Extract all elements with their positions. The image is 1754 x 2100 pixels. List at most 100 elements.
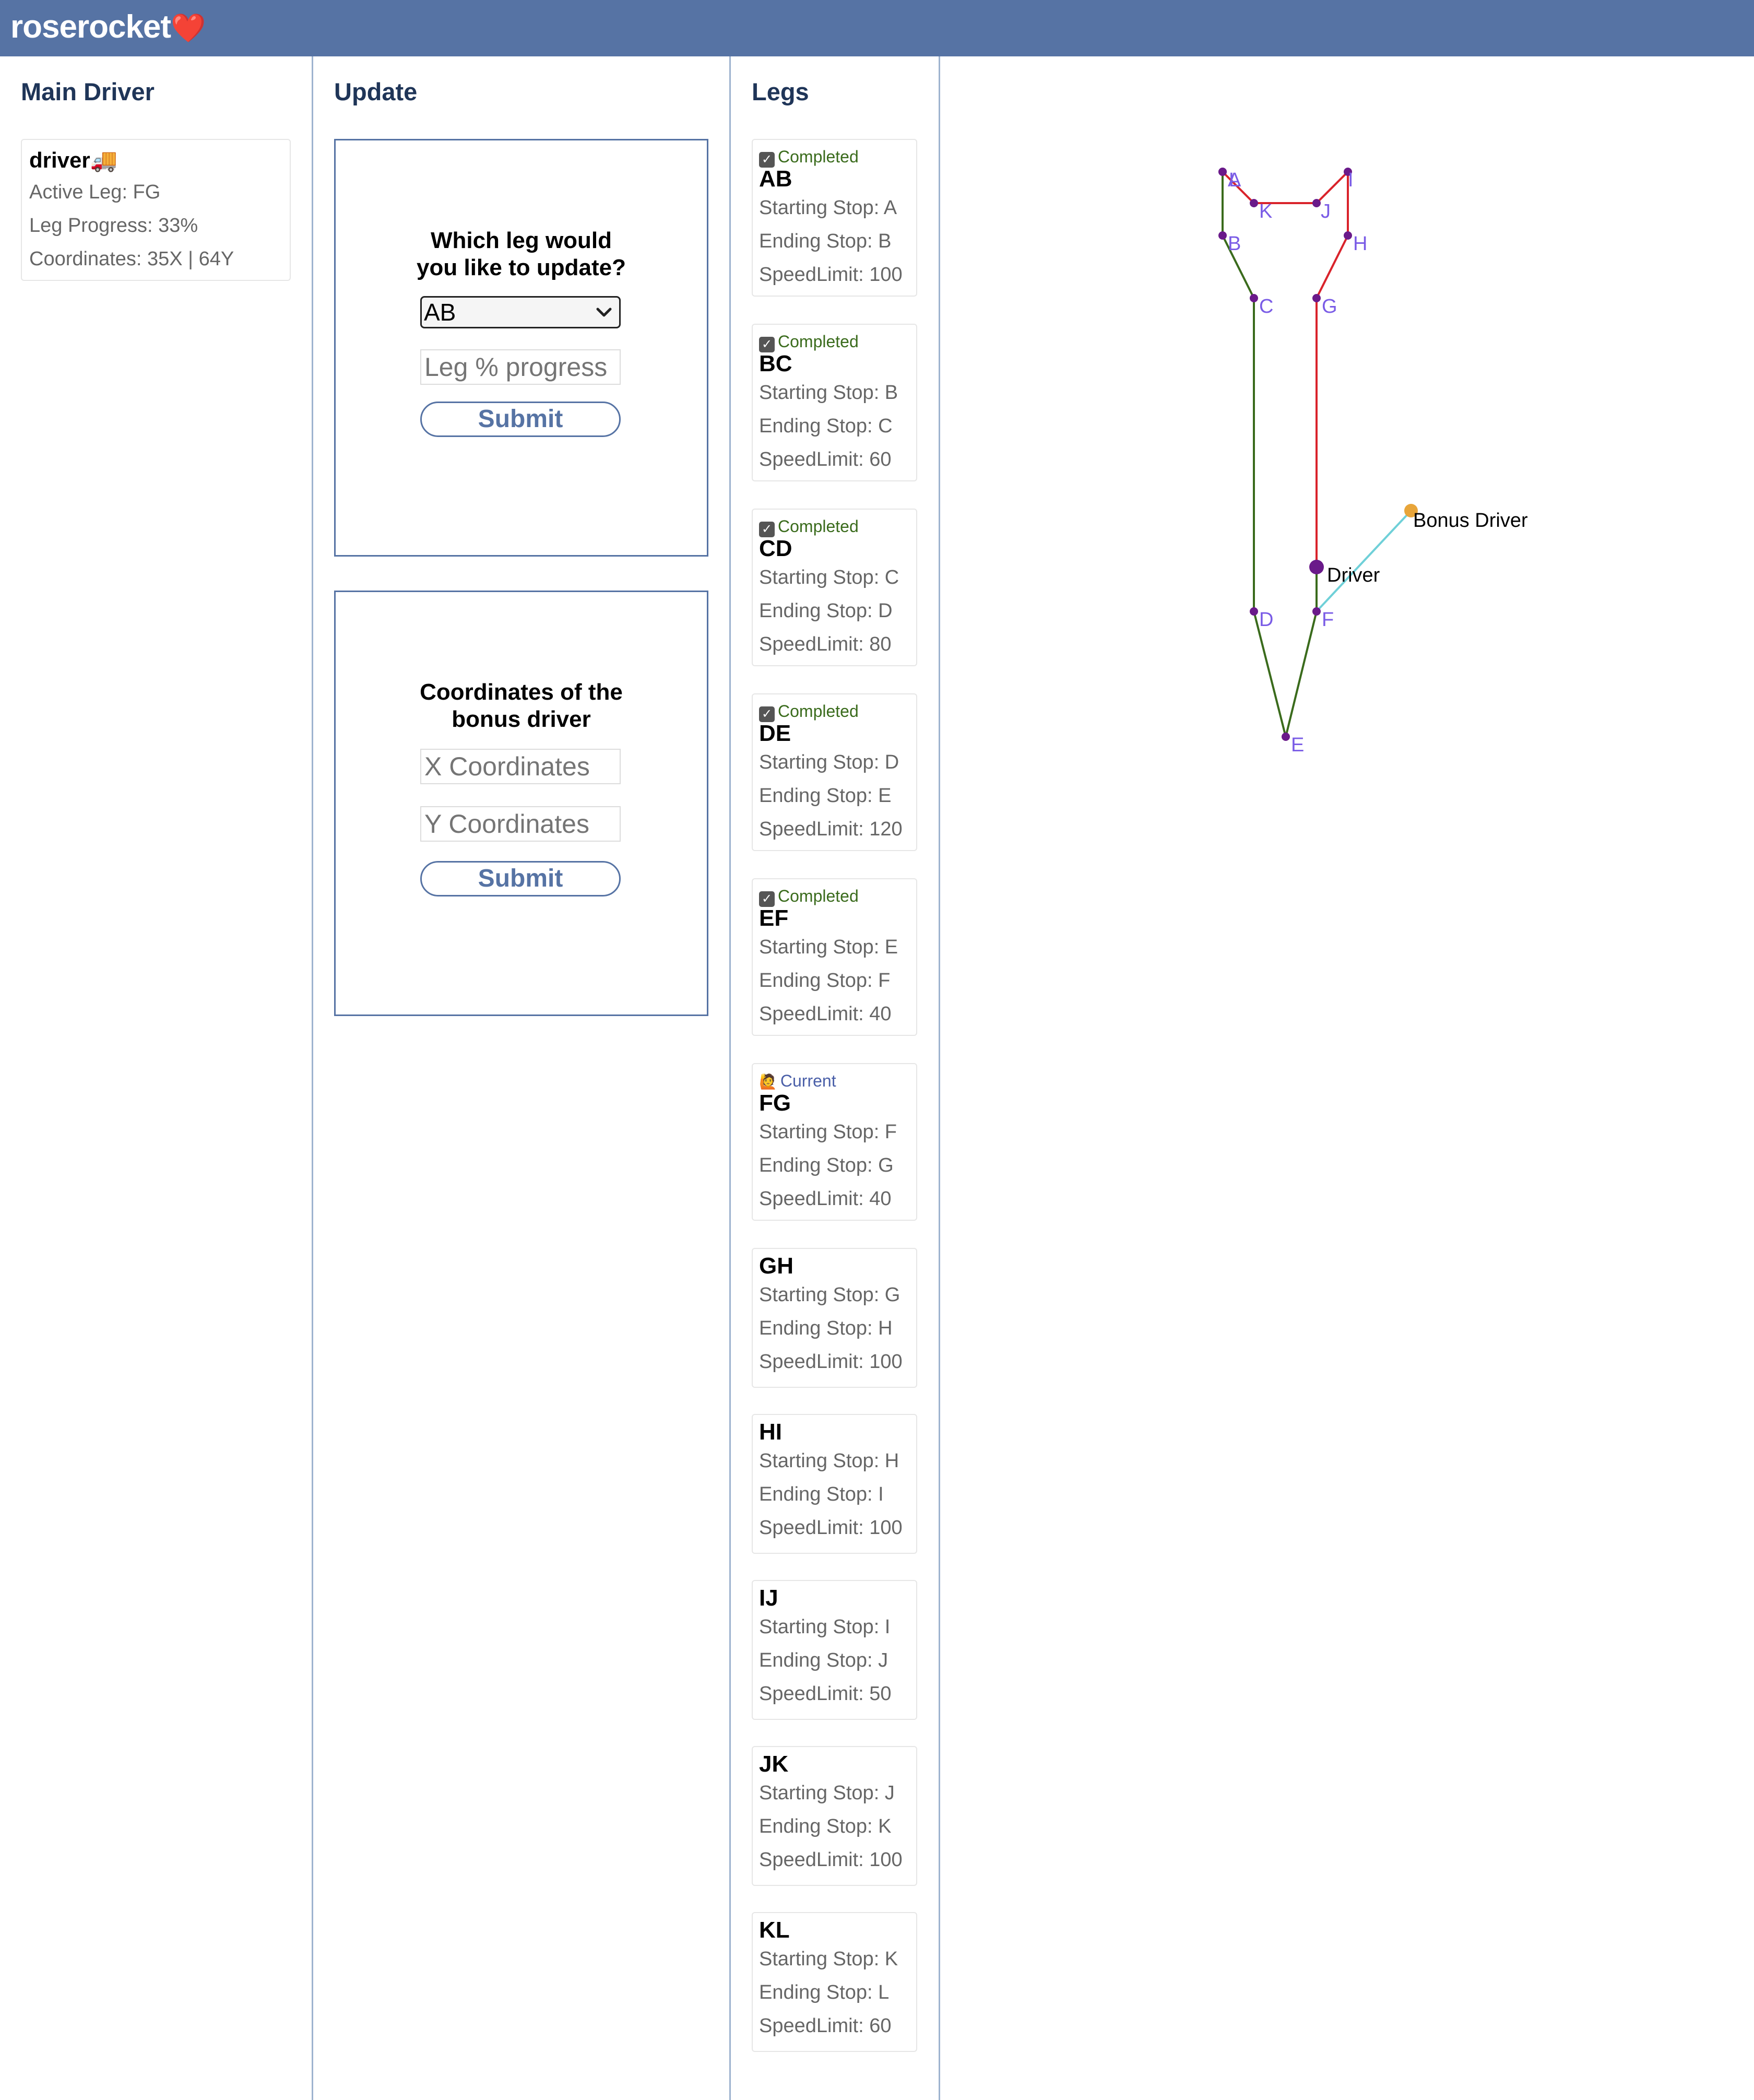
route-segment-ef <box>1285 611 1318 737</box>
leg-status-text: Current <box>780 1071 836 1090</box>
leg-card: ✓ Completed DE Starting Stop: D Ending Stop:… <box>752 693 917 851</box>
x-coordinate-input[interactable]: X Coordinates <box>420 749 621 784</box>
route-segment-gh <box>1316 235 1349 299</box>
leg-status-badge: ✓ Completed <box>759 886 859 907</box>
leg-status-text: Completed <box>778 887 859 905</box>
leg-submit-button[interactable]: Submit <box>420 402 621 437</box>
leg-card: ✓ Completed CD Starting Stop: C Ending Stop:… <box>752 509 917 666</box>
driver-panel: Main Driver driver🚚 Active Leg: FG Leg P… <box>0 56 312 2100</box>
stop-marker-h <box>1344 231 1352 240</box>
checkbox-icon: ✓ <box>759 337 775 352</box>
truck-icon: 🚚 <box>90 148 118 172</box>
bonus-submit-button[interactable]: Submit <box>420 861 621 896</box>
leg-end-text: Ending Stop: F <box>759 970 891 992</box>
driver-name: driver <box>29 148 90 172</box>
driver-panel-title: Main Driver <box>21 78 155 105</box>
stop-marker-k <box>1250 199 1258 207</box>
leg-end-text: Ending Stop: K <box>759 1815 892 1837</box>
stop-label-l: L <box>1229 169 1240 191</box>
bonus-form-title-line2: bonus driver <box>452 706 591 732</box>
leg-speed-text: SpeedLimit: 50 <box>759 1683 892 1705</box>
driver-name-row: driver🚚 <box>29 145 282 175</box>
leg-card: 🙋 Current FG Starting Stop: F Ending Stop: G… <box>752 1063 917 1221</box>
leg-update-question-line1: Which leg would <box>430 228 612 253</box>
map-panel: A B C D E F G H I J K L Driver Bonus Driver <box>939 56 1754 2100</box>
stop-label-i: I <box>1348 169 1354 191</box>
leg-card: GH Starting Stop: G Ending Stop: H SpeedLim… <box>752 1248 917 1388</box>
leg-start-text: Starting Stop: D <box>759 751 899 773</box>
person-icon: 🙋 <box>759 1073 777 1090</box>
stop-marker-f <box>1312 607 1321 616</box>
leg-start-text: Starting Stop: C <box>759 567 899 588</box>
leg-name: EF <box>759 905 789 931</box>
leg-card: JK Starting Stop: J Ending Stop: K SpeedLim… <box>752 1746 917 1886</box>
leg-update-question: Which leg would you like to update? <box>336 227 707 281</box>
bonus-form-title: Coordinates of the bonus driver <box>336 679 707 733</box>
leg-name: FG <box>759 1090 791 1116</box>
route-map: ABCDEFGHIJKLDriverBonus Driver <box>1218 168 1528 756</box>
leg-status-badge: ✓ Completed <box>759 146 859 168</box>
leg-start-text: Starting Stop: H <box>759 1450 899 1472</box>
legs-panel-title: Legs <box>752 78 809 105</box>
leg-progress-input[interactable]: Leg % progress <box>420 349 621 385</box>
leg-select[interactable]: AB <box>420 296 621 328</box>
leg-speed-text: SpeedLimit: 100 <box>759 264 903 286</box>
leg-end-text: Ending Stop: I <box>759 1483 884 1505</box>
leg-start-text: Starting Stop: J <box>759 1782 895 1804</box>
leg-start-text: Starting Stop: I <box>759 1616 891 1638</box>
update-panel-title: Update <box>334 78 418 105</box>
leg-status-text: Completed <box>778 517 859 536</box>
heart-icon: ❤️ <box>171 13 206 44</box>
y-coordinate-input[interactable]: Y Coordinates <box>420 806 621 842</box>
leg-start-text: Starting Stop: G <box>759 1284 900 1306</box>
stop-label-b: B <box>1228 233 1241 255</box>
leg-update-form: Which leg would you like to update? AB L… <box>334 139 708 557</box>
leg-speed-text: SpeedLimit: 120 <box>759 818 903 840</box>
checkbox-icon: ✓ <box>759 891 775 907</box>
stop-label-e: E <box>1291 734 1304 756</box>
leg-name: GH <box>759 1253 793 1279</box>
leg-status-text: Completed <box>778 147 859 166</box>
bonus-form-title-line1: Coordinates of the <box>420 679 623 705</box>
stop-marker-b <box>1218 231 1227 240</box>
leg-speed-text: SpeedLimit: 60 <box>759 449 892 470</box>
driver-active-leg: Active Leg: FG <box>29 181 161 203</box>
brand-name: roserocket <box>10 9 171 45</box>
checkbox-icon: ✓ <box>759 706 775 722</box>
driver-marker[interactable] <box>1309 560 1324 574</box>
leg-name: DE <box>759 721 791 746</box>
stop-marker-d <box>1250 607 1258 616</box>
leg-start-text: Starting Stop: A <box>759 197 897 219</box>
update-panel: Update Which leg would you like to updat… <box>312 56 729 2100</box>
stop-label-h: H <box>1353 233 1367 255</box>
stop-marker-g <box>1312 294 1321 302</box>
leg-card: ✓ Completed AB Starting Stop: A Ending Stop:… <box>752 139 917 297</box>
leg-speed-text: SpeedLimit: 100 <box>759 1351 903 1373</box>
leg-end-text: Ending Stop: D <box>759 600 893 622</box>
leg-status-badge: 🙋 Current <box>759 1070 836 1092</box>
leg-speed-text: SpeedLimit: 80 <box>759 633 892 655</box>
driver-coordinates: Coordinates: 35X | 64Y <box>29 248 234 270</box>
bonus-driver-label: Bonus Driver <box>1413 510 1528 532</box>
brand-logo[interactable]: roserocket❤️ <box>10 8 206 45</box>
leg-end-text: Ending Stop: G <box>759 1154 894 1176</box>
leg-end-text: Ending Stop: B <box>759 230 892 252</box>
leg-speed-text: SpeedLimit: 60 <box>759 2015 892 2037</box>
stop-label-c: C <box>1259 296 1273 317</box>
leg-end-text: Ending Stop: J <box>759 1649 888 1671</box>
leg-speed-text: SpeedLimit: 40 <box>759 1188 892 1210</box>
top-bar: roserocket❤️ <box>0 0 1754 56</box>
driver-card: driver🚚 Active Leg: FG Leg Progress: 33%… <box>21 139 291 281</box>
leg-name: BC <box>759 351 792 376</box>
driver-label: Driver <box>1327 564 1380 586</box>
legs-panel: Legs ✓ Completed AB Starting Stop: A Ending … <box>729 56 939 2100</box>
stop-label-f: F <box>1322 609 1334 631</box>
bonus-driver-link <box>1316 510 1412 612</box>
leg-name: JK <box>759 1751 789 1777</box>
stop-marker-c <box>1250 294 1258 302</box>
route-segment-ij <box>1316 171 1349 204</box>
checkbox-icon: ✓ <box>759 522 775 537</box>
leg-start-text: Starting Stop: F <box>759 1121 897 1143</box>
leg-card: ✓ Completed BC Starting Stop: B Ending Stop:… <box>752 324 917 481</box>
leg-end-text: Ending Stop: H <box>759 1317 893 1339</box>
